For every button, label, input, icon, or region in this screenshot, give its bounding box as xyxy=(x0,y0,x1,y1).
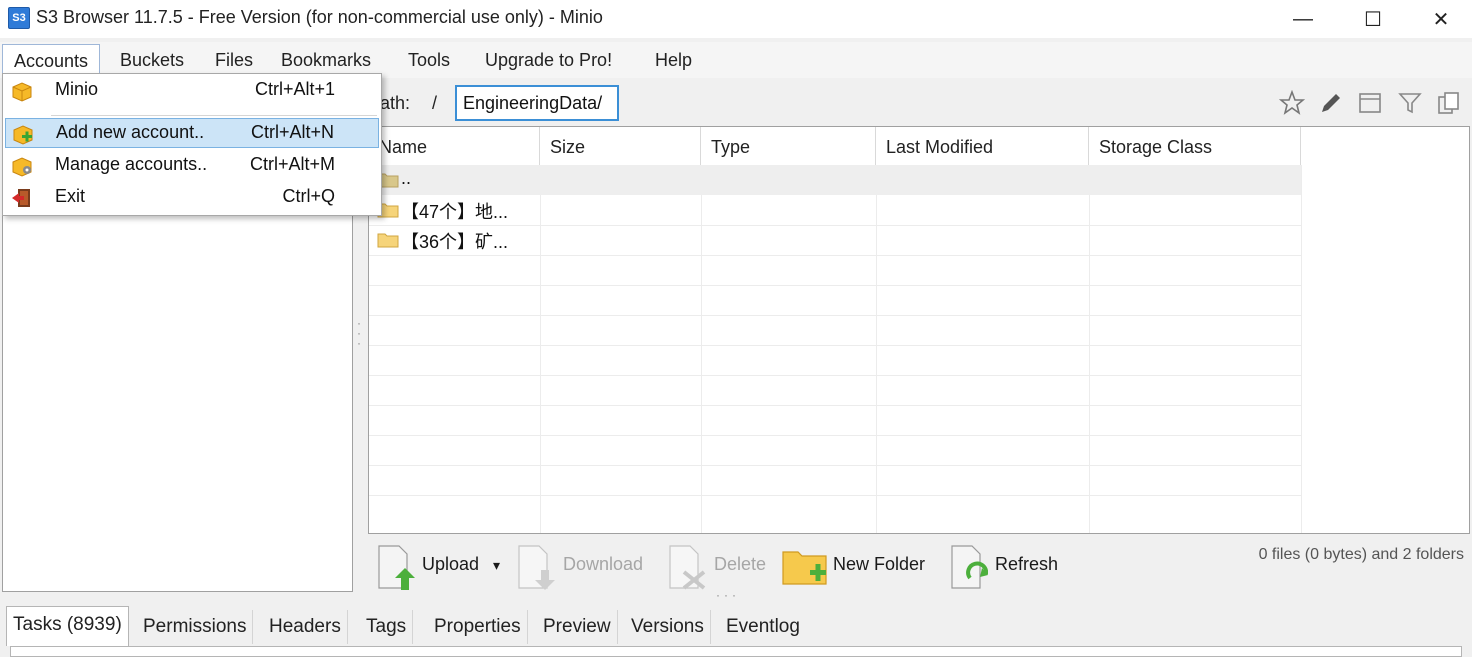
toolbar-overflow[interactable]: ··· xyxy=(716,588,740,602)
download-button: Download xyxy=(515,542,655,590)
upload-button[interactable]: Upload ▾ xyxy=(375,542,510,590)
menu-item-shortcut: Ctrl+Q xyxy=(282,186,335,206)
app-icon: S3 xyxy=(8,7,30,29)
folder-icon xyxy=(377,233,399,248)
menu-accounts[interactable]: Accounts xyxy=(2,44,101,76)
panel-splitter[interactable]: · · · xyxy=(356,317,362,358)
tab-tags[interactable]: Tags xyxy=(360,610,414,644)
new-folder-button[interactable]: New Folder xyxy=(782,542,937,590)
menu-item-shortcut: Ctrl+Alt+N xyxy=(250,122,334,142)
column-name[interactable]: Name xyxy=(369,127,540,165)
refresh-label: Refresh xyxy=(995,554,1059,574)
menu-tools[interactable]: Tools xyxy=(397,44,461,76)
menu-item-label: Manage accounts.. xyxy=(55,154,208,174)
tab-eventlog[interactable]: Eventlog xyxy=(720,610,806,644)
column-last-modified[interactable]: Last Modified xyxy=(876,127,1089,165)
status-summary: 0 files (0 bytes) and 2 folders xyxy=(1258,546,1464,563)
menu-buckets[interactable]: Buckets xyxy=(109,44,195,76)
table-row[interactable]: .. xyxy=(369,165,1301,195)
menu-separator xyxy=(51,115,377,116)
path-root[interactable]: / xyxy=(432,93,437,114)
menu-help[interactable]: Help xyxy=(644,44,703,76)
add-account-icon xyxy=(13,125,33,145)
menu-item-label: Exit xyxy=(55,186,86,206)
upload-label: Upload xyxy=(422,554,480,574)
tab-permissions[interactable]: Permissions xyxy=(137,610,254,644)
title-bar: S3 S3 Browser 11.7.5 - Free Version (for… xyxy=(0,0,1472,38)
manage-accounts-icon xyxy=(12,157,32,177)
window-view-icon[interactable] xyxy=(1357,90,1383,116)
minimize-button[interactable]: — xyxy=(1268,0,1338,38)
close-button[interactable]: ✕ xyxy=(1406,0,1472,38)
account-box-icon xyxy=(12,82,32,102)
copy-icon[interactable] xyxy=(1436,90,1462,116)
refresh-icon xyxy=(951,545,988,589)
download-label: Download xyxy=(563,554,644,574)
column-size[interactable]: Size xyxy=(540,127,701,165)
menu-item-minio[interactable]: Minio Ctrl+Alt+1 xyxy=(5,76,379,106)
row-name: 【36个】矿... xyxy=(401,232,509,252)
column-type[interactable]: Type xyxy=(701,127,876,165)
filter-icon[interactable] xyxy=(1397,90,1423,116)
delete-button: Delete xyxy=(666,542,771,590)
refresh-button[interactable]: Refresh xyxy=(948,542,1068,590)
path-input[interactable]: EngineeringData/ xyxy=(455,85,619,121)
tab-versions[interactable]: Versions xyxy=(625,610,711,644)
delete-icon xyxy=(669,545,706,590)
upload-dropdown-caret[interactable]: ▾ xyxy=(493,557,500,574)
tab-headers[interactable]: Headers xyxy=(263,610,348,644)
delete-label: Delete xyxy=(714,554,767,574)
download-icon xyxy=(518,545,555,590)
menu-files[interactable]: Files xyxy=(204,44,264,76)
column-storage-class[interactable]: Storage Class xyxy=(1089,127,1301,165)
menu-item-shortcut: Ctrl+Alt+1 xyxy=(254,79,335,99)
row-name: 【47个】地... xyxy=(401,202,509,222)
path-label: ath: xyxy=(380,93,411,113)
tab-preview[interactable]: Preview xyxy=(537,610,618,644)
tab-properties[interactable]: Properties xyxy=(428,610,528,644)
bottom-tab-bar: Tasks (8939) Permissions Headers Tags Pr… xyxy=(0,606,1472,646)
exit-icon xyxy=(12,189,30,207)
tab-tasks[interactable]: Tasks (8939) xyxy=(6,606,129,646)
file-list[interactable]: Name Size Type Last Modified Storage Cla… xyxy=(368,126,1470,534)
menu-item-label: Add new account.. xyxy=(56,122,205,142)
menu-item-manage-accounts[interactable]: Manage accounts.. Ctrl+Alt+M xyxy=(5,151,379,181)
menu-upgrade[interactable]: Upgrade to Pro! xyxy=(474,44,623,76)
accounts-dropdown: Minio Ctrl+Alt+1 Add new account.. Ctrl+… xyxy=(2,73,382,216)
upload-icon xyxy=(378,545,415,590)
row-name: .. xyxy=(401,168,412,188)
table-row[interactable]: 【47个】地... xyxy=(369,195,1301,225)
menu-item-label: Minio xyxy=(55,79,99,99)
menu-bookmarks[interactable]: Bookmarks xyxy=(270,44,382,76)
bookmark-star-icon[interactable] xyxy=(1279,90,1305,116)
menu-item-exit[interactable]: Exit Ctrl+Q xyxy=(5,183,379,213)
table-row[interactable]: 【36个】矿... xyxy=(369,225,1301,255)
new-folder-label: New Folder xyxy=(833,554,926,574)
menu-item-add-new-account[interactable]: Add new account.. Ctrl+Alt+N xyxy=(5,118,379,148)
menu-item-shortcut: Ctrl+Alt+M xyxy=(249,154,335,174)
edit-pencil-icon[interactable] xyxy=(1318,90,1344,116)
tasks-panel[interactable] xyxy=(10,646,1462,657)
window-title: S3 Browser 11.7.5 - Free Version (for no… xyxy=(36,7,603,27)
new-folder-icon xyxy=(782,551,827,585)
maximize-button[interactable]: ☐ xyxy=(1338,0,1408,38)
